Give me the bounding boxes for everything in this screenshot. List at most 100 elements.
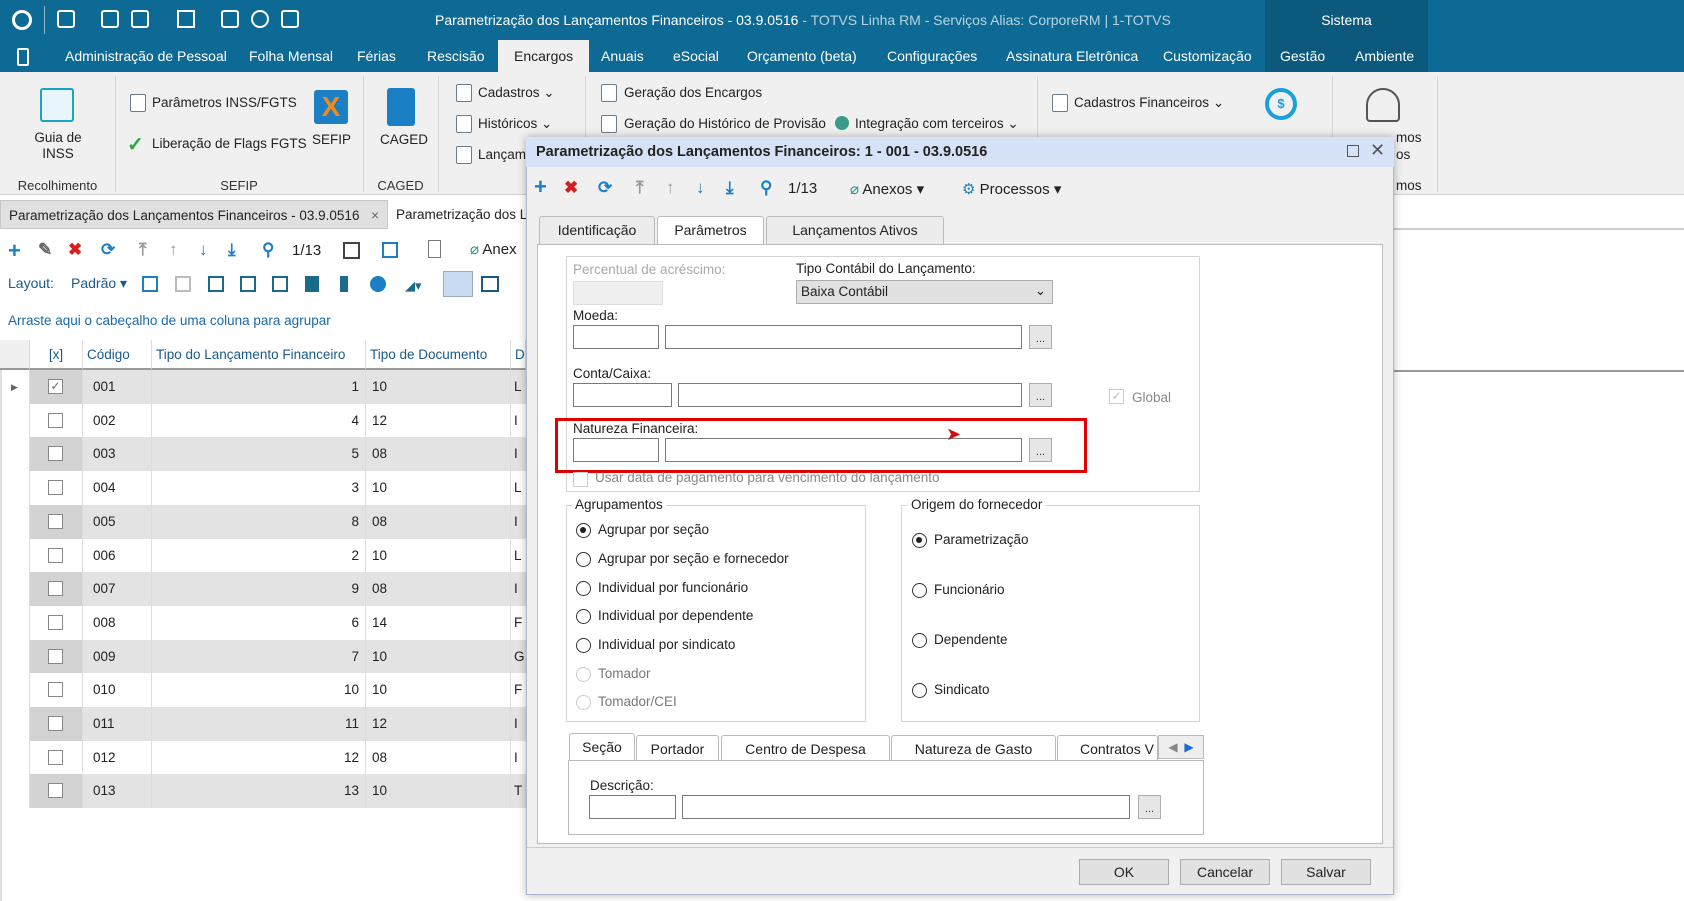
descricao-lookup-button[interactable]: ... <box>1138 795 1161 819</box>
table-row[interactable]: 009 7 10 G <box>0 639 526 674</box>
menu-orcamento[interactable]: Orçamento (beta) <box>747 40 857 72</box>
dialog-refresh-icon[interactable]: ⟳ <box>598 178 612 198</box>
geracao-encargos-button[interactable]: Geração dos Encargos <box>624 85 762 100</box>
tab-parametros[interactable]: Parâmetros <box>657 216 764 245</box>
moeda-lookup-button[interactable]: ... <box>1029 325 1052 349</box>
anexos-button[interactable]: ⌀ Anex <box>470 240 517 258</box>
menu-esocial[interactable]: eSocial <box>673 40 719 72</box>
app-menu-icon[interactable] <box>17 48 29 66</box>
view-mode-2-icon[interactable] <box>481 276 499 292</box>
conta-desc-input[interactable] <box>678 383 1022 407</box>
table-row[interactable]: 010 10 10 F <box>0 673 526 708</box>
row-checkbox[interactable] <box>48 614 63 630</box>
export-icon[interactable] <box>382 242 398 258</box>
table-row[interactable]: 007 9 08 I <box>0 572 526 607</box>
menu-gestao[interactable]: Gestão <box>1280 40 1325 72</box>
layout-add-icon[interactable] <box>142 276 158 292</box>
grid-header-codigo[interactable]: Código <box>83 340 152 370</box>
menu-anuais[interactable]: Anuais <box>601 40 644 72</box>
columns-icon[interactable] <box>343 242 360 259</box>
dialog-search-icon[interactable]: ⚲ <box>760 178 772 198</box>
dialog-processos-dropdown[interactable]: ⚙ Processos ▾ <box>962 180 1061 198</box>
layout-download-icon[interactable] <box>272 276 288 292</box>
row-checkbox[interactable] <box>48 412 63 428</box>
subtab-natureza-gasto[interactable]: Natureza de Gasto <box>891 735 1056 761</box>
dialog-previous-icon[interactable]: ↑ <box>666 178 675 198</box>
sync-currency-icon[interactable]: $ <box>1265 88 1297 120</box>
view-mode-1-icon[interactable] <box>443 271 473 297</box>
descricao-desc-input[interactable] <box>682 795 1130 819</box>
subtab-scroll[interactable]: ◀ ▶ <box>1158 735 1204 759</box>
row-checkbox[interactable] <box>48 480 63 496</box>
dialog-last-icon[interactable]: ⤓ <box>726 178 734 198</box>
agrupamento-radio[interactable] <box>576 638 591 653</box>
cadastros-dropdown[interactable]: Cadastros ⌄ <box>478 85 555 101</box>
agrupamento-radio[interactable] <box>576 609 591 624</box>
table-row[interactable]: 005 8 08 I <box>0 504 526 539</box>
origem-radio[interactable] <box>912 533 927 548</box>
origem-radio[interactable] <box>912 633 927 648</box>
row-checkbox[interactable] <box>48 682 63 698</box>
historicos-dropdown[interactable]: Históricos ⌄ <box>478 116 552 132</box>
app-logo-icon[interactable] <box>12 10 32 30</box>
grid-header-tipo-lancamento[interactable]: Tipo do Lançamento Financeiro <box>152 340 366 370</box>
scroll-left-icon[interactable]: ◀ <box>1168 740 1177 754</box>
edit-icon[interactable]: ✎ <box>38 240 52 260</box>
network-icon[interactable] <box>57 10 75 28</box>
grid-header-tipo-documento[interactable]: Tipo de Documento <box>366 340 511 370</box>
menu-configuracoes[interactable]: Configurações <box>887 40 977 72</box>
layout-upload-icon[interactable] <box>240 276 256 292</box>
menu-admin-pessoal[interactable]: Administração de Pessoal <box>65 40 227 72</box>
subtab-centro-despesa[interactable]: Centro de Despesa <box>721 735 890 761</box>
dialog-anexos-dropdown[interactable]: ⌀ Anexos ▾ <box>850 180 924 198</box>
liberacao-flags-button[interactable]: Liberação de Flags FGTS <box>152 136 307 151</box>
layout-dropdown[interactable]: Padrão ▾ <box>71 275 127 292</box>
shapes-icon[interactable] <box>370 276 386 292</box>
cancel-button[interactable]: Cancelar <box>1180 859 1270 885</box>
layout-remove-icon[interactable] <box>175 276 191 292</box>
grid-icon[interactable] <box>221 10 239 28</box>
table-row[interactable]: 013 13 10 T <box>0 774 526 809</box>
guia-inss-icon[interactable] <box>40 88 74 122</box>
last-icon[interactable]: ⤓ <box>228 240 236 260</box>
tab-identificacao[interactable]: Identificação <box>539 216 655 244</box>
menu-ferias[interactable]: Férias <box>357 40 396 72</box>
menu-assinatura[interactable]: Assinatura Eletrônica <box>1006 40 1138 72</box>
row-checkbox[interactable] <box>48 749 63 765</box>
conta-lookup-button[interactable]: ... <box>1029 383 1052 407</box>
tab-lancamentos-ativos[interactable]: Lançamentos Ativos <box>766 216 944 244</box>
sefip-button[interactable]: SEFIP <box>312 132 351 147</box>
guia-inss-button[interactable]: Guia de INSS <box>30 130 86 162</box>
search-icon[interactable]: ⚲ <box>262 240 274 260</box>
row-checkbox[interactable] <box>48 547 63 563</box>
grid-header-d[interactable]: D <box>511 340 526 370</box>
maximize-icon[interactable] <box>1347 145 1359 157</box>
table-row[interactable]: 002 4 12 I <box>0 403 526 438</box>
origem-radio[interactable] <box>912 583 927 598</box>
chart-icon[interactable]: ◢▾ <box>405 278 422 294</box>
help-icon[interactable] <box>251 10 269 28</box>
agrupamento-radio[interactable] <box>576 523 591 538</box>
agrupamento-radio[interactable] <box>576 667 591 682</box>
layout-apply-icon[interactable] <box>208 276 224 292</box>
origem-radio[interactable] <box>912 683 927 698</box>
refresh-icon[interactable]: ⟳ <box>101 240 115 260</box>
parametros-inss-button[interactable]: Parâmetros INSS/FGTS <box>152 95 297 110</box>
table-row[interactable]: ▶ ✓ 001 1 10 L <box>0 370 526 404</box>
menu-ambiente[interactable]: Ambiente <box>1355 40 1414 72</box>
agrupamento-radio[interactable] <box>576 695 591 710</box>
row-checkbox[interactable] <box>48 513 63 529</box>
row-checkbox[interactable] <box>48 446 63 462</box>
first-icon[interactable]: ⤒ <box>139 240 147 260</box>
view-icon[interactable] <box>101 10 119 28</box>
agrupamento-radio[interactable] <box>576 552 591 567</box>
user-icon[interactable] <box>1366 88 1400 122</box>
menu-encargos[interactable]: Encargos <box>498 40 590 72</box>
row-checkbox[interactable] <box>48 581 63 597</box>
scroll-right-icon[interactable]: ▶ <box>1184 740 1193 754</box>
table-row[interactable]: 011 11 12 I <box>0 707 526 741</box>
menu-customizacao[interactable]: Customização <box>1163 40 1252 72</box>
descricao-code-input[interactable] <box>589 795 676 819</box>
cadastros-financeiros-dropdown[interactable]: Cadastros Financeiros ⌄ <box>1074 95 1224 111</box>
row-checkbox[interactable] <box>48 783 63 799</box>
